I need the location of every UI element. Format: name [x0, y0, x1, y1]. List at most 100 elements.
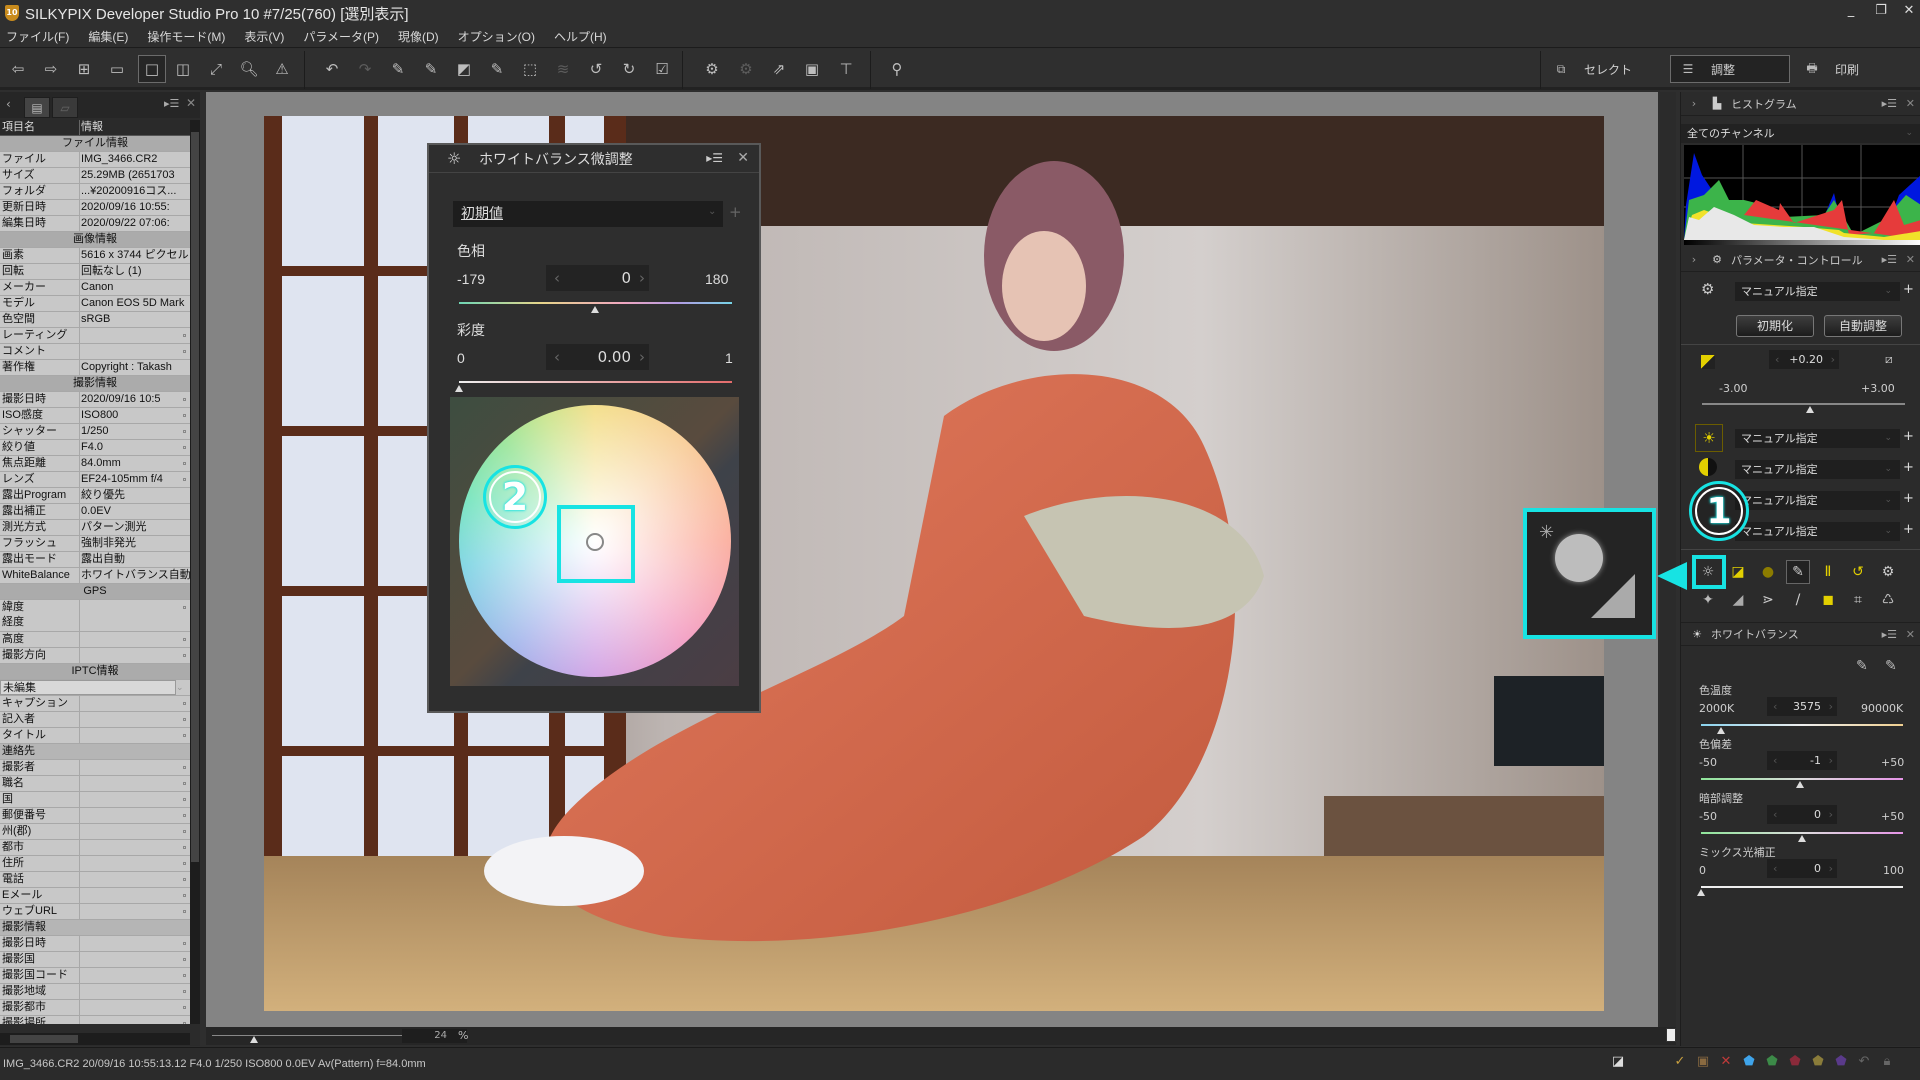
fish-icon[interactable]: ⋗ [1756, 588, 1780, 612]
info-value[interactable] [80, 712, 190, 727]
panel-menu-icon[interactable]: ▸☰ [1882, 253, 1897, 266]
info-value[interactable]: IMG_3466.CR2 [80, 152, 190, 167]
save-params-icon[interactable]: ⚙ [700, 57, 724, 81]
transform-icon[interactable]: ⬚ [518, 57, 542, 81]
close-button[interactable]: ✕ [1894, 3, 1920, 23]
edit-marker-icon[interactable] [183, 910, 186, 913]
edit-marker-icon[interactable] [183, 734, 186, 737]
thumbnail-view-icon[interactable]: ⊞ [72, 57, 96, 81]
info-value[interactable]: Copyright : Takash [80, 360, 190, 375]
edit-marker-icon[interactable] [183, 398, 186, 401]
increment-icon[interactable]: › [1831, 350, 1835, 369]
copy-mark-icon[interactable]: ▣ [1695, 1054, 1711, 1072]
saturation-slider-thumb[interactable] [455, 385, 463, 392]
edit-marker-icon[interactable] [183, 430, 186, 433]
page-curl-icon[interactable]: ◪ [1610, 1054, 1626, 1072]
ok-mark-icon[interactable]: ✓ [1672, 1054, 1688, 1072]
histogram-header[interactable]: › ▙ ヒストグラム ▸☰ ✕ [1681, 92, 1920, 116]
info-value[interactable] [80, 632, 190, 647]
saturation-slider[interactable] [459, 381, 732, 383]
prev-photo-icon[interactable]: ⇦ [6, 57, 30, 81]
edit-marker-icon[interactable] [183, 782, 186, 785]
zoom-slider[interactable] [212, 1035, 412, 1036]
film-tool-icon[interactable]: ✎ [485, 57, 509, 81]
lock-icon[interactable]: 🔒︎ [1879, 1054, 1895, 1072]
single-view-icon[interactable]: □ [138, 55, 166, 83]
info-value[interactable]: 1/250 [80, 424, 190, 439]
edit-marker-icon[interactable] [183, 478, 186, 481]
mixed-light-slider-thumb[interactable] [1697, 889, 1705, 896]
info-value[interactable] [80, 936, 190, 951]
check-icon[interactable]: ☑ [650, 57, 674, 81]
info-value[interactable]: EF24-105mm f/4 [80, 472, 190, 487]
info-value[interactable] [80, 808, 190, 823]
auto-exposure-icon[interactable]: ⧄ [1885, 352, 1893, 367]
expand-chevron-icon[interactable]: › [1685, 97, 1703, 110]
info-value[interactable] [80, 648, 190, 663]
contrast-icon[interactable] [1699, 458, 1717, 476]
add-taste-icon[interactable]: + [1903, 282, 1914, 297]
color-wheel-area[interactable]: 2 [450, 397, 739, 686]
shadow-slider[interactable] [1701, 832, 1903, 834]
menu-view[interactable]: 表示(V) [244, 28, 284, 45]
panel-menu-icon[interactable]: ▸☰ [1882, 97, 1897, 110]
edit-marker-icon[interactable] [183, 702, 186, 705]
brightness-dropdown[interactable]: マニュアル指定 ⌄ [1735, 429, 1900, 448]
compare-view-icon[interactable]: ◫ [171, 57, 195, 81]
info-value[interactable]: 露出自動 [80, 552, 190, 567]
zoom-slider-thumb[interactable] [250, 1036, 258, 1043]
menu-mode[interactable]: 操作モード(M) [147, 28, 225, 45]
info-value[interactable]: Canon [80, 280, 190, 295]
info-value[interactable] [80, 952, 190, 967]
auto-adjust-button[interactable]: 自動調整 [1824, 315, 1902, 337]
tag-purple-icon[interactable]: ⬟ [1833, 1054, 1849, 1072]
recycle-icon[interactable]: ♺ [1876, 588, 1900, 612]
panel-menu-icon[interactable]: ▸☰ [164, 97, 179, 110]
folder-tab-icon[interactable]: ▱ [52, 97, 78, 118]
reject-mark-icon[interactable]: ✕ [1718, 1054, 1734, 1072]
decrement-icon[interactable]: ‹ [1773, 751, 1777, 770]
info-value[interactable]: ISO800 [80, 408, 190, 423]
edit-marker-icon[interactable] [183, 334, 186, 337]
print-mode-button[interactable]: 🖶 印刷 [1795, 55, 1915, 83]
layers-icon[interactable]: ≋ [551, 57, 575, 81]
tag-red-icon[interactable]: ⬟ [1787, 1054, 1803, 1072]
info-value[interactable] [80, 904, 190, 919]
info-value[interactable] [80, 840, 190, 855]
tone-curve-icon[interactable]: ◪ [1726, 560, 1750, 584]
edit-marker-icon[interactable] [183, 718, 186, 721]
edit-marker-icon[interactable] [183, 654, 186, 657]
search-zoom-icon[interactable]: ⚲ [885, 57, 909, 81]
select-mode-button[interactable]: ⧉ セレクト [1544, 55, 1664, 83]
info-value[interactable]: パターン測光 [80, 520, 190, 535]
histogram-channel-dropdown[interactable]: 全てのチャンネル ⌄ [1681, 124, 1920, 143]
info-value[interactable]: 2020/09/16 10:55: [80, 200, 190, 215]
loupe-icon[interactable]: 🔍︎ [237, 57, 261, 81]
info-value[interactable]: 回転なし (1) [80, 264, 190, 279]
info-value[interactable]: 0.0EV [80, 504, 190, 519]
color-temp-slider[interactable] [1701, 724, 1903, 726]
info-value[interactable] [80, 856, 190, 871]
edit-marker-icon[interactable] [183, 350, 186, 353]
apply-params-icon[interactable]: ⚙ [734, 57, 758, 81]
decrement-icon[interactable]: ‹ [1775, 350, 1779, 369]
tint-spinbox[interactable]: ‹ -1 › [1767, 751, 1837, 770]
info-value[interactable] [80, 728, 190, 743]
brightness-icon[interactable]: ☀ [1695, 424, 1723, 452]
tag-green-icon[interactable]: ⬟ [1764, 1054, 1780, 1072]
decrement-icon[interactable]: ‹ [1773, 805, 1777, 824]
info-value[interactable] [80, 696, 190, 711]
collapse-chevron-icon[interactable]: ‹ [6, 97, 11, 111]
rotate-right-icon[interactable]: ↻ [617, 57, 641, 81]
undo-icon[interactable]: ↶ [320, 57, 344, 81]
edit-marker-icon[interactable] [183, 414, 186, 417]
info-value[interactable]: 強制非発光 [80, 536, 190, 551]
panel-close-icon[interactable]: ✕ [186, 96, 196, 110]
info-value[interactable]: 84.0mm [80, 456, 190, 471]
brush-icon[interactable]: / [1786, 588, 1810, 612]
tint-slider-thumb[interactable] [1795, 781, 1804, 788]
color-icon[interactable]: ● [1756, 560, 1780, 584]
expand-chevron-icon[interactable]: › [1685, 253, 1703, 266]
info-value[interactable] [80, 1016, 190, 1024]
info-value[interactable] [80, 824, 190, 839]
